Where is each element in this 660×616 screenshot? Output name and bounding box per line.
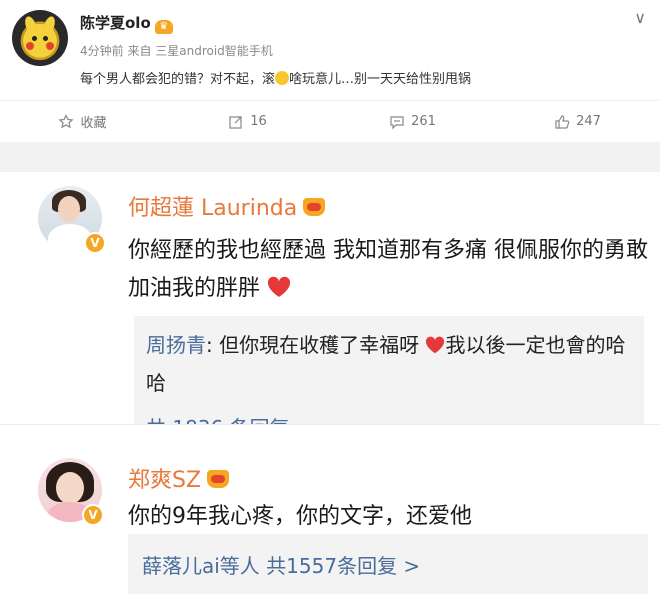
chevron-down-icon[interactable]: ∨ <box>634 8 646 27</box>
comment-text-body: 你經歷的我也經歷過 我知道那有多痛 很佩服你的勇敢 加油我的胖胖 <box>128 238 648 301</box>
comment-icon <box>390 115 404 129</box>
heart-icon <box>267 276 291 297</box>
post-meta: 4分钟前 来自 三星android智能手机 <box>80 44 273 58</box>
avatar-face <box>58 196 80 222</box>
pikachu-cheek <box>26 42 34 50</box>
comment-count: 261 <box>411 114 436 129</box>
repost-icon <box>229 115 242 129</box>
pikachu-ear <box>40 14 58 38</box>
more-replies-link[interactable]: 薛落儿ai等人 共1557条回复 > <box>142 550 420 579</box>
favorite-label: 收藏 <box>80 116 107 131</box>
reply-body: : 但你現在收穫了幸福呀 <box>206 333 420 357</box>
thumbs-up-icon <box>555 114 570 129</box>
section-divider <box>0 424 660 440</box>
repost-button[interactable]: 16 <box>165 101 330 142</box>
verified-v-icon: V <box>82 504 104 526</box>
post-action-bar: 收藏 16 261 247 <box>0 100 660 142</box>
comment-item: V 何超蓮 Laurinda 你經歷的我也經歷過 我知道那有多痛 很佩服你的勇敢… <box>0 172 660 440</box>
vip-crown-icon: ♛ <box>154 20 173 34</box>
pikachu-eye <box>43 36 48 41</box>
comment-text: 你的9年我心疼，你的文字，还爱他 <box>128 504 472 529</box>
vip-crown-icon <box>207 470 230 488</box>
post-author-name[interactable]: 陈学夏olo <box>80 14 151 32</box>
post-author[interactable]: 陈学夏olo ♛ <box>80 12 173 34</box>
reply-preview[interactable]: 周扬青: 但你現在收穫了幸福呀 我以後一定也會的哈哈 共 1836 条回复 <box>134 316 644 440</box>
verified-v-icon: V <box>84 232 106 254</box>
section-divider <box>0 142 660 172</box>
reply-preview[interactable]: 薛落儿ai等人 共1557条回复 > <box>128 534 648 594</box>
favorite-button[interactable]: 收藏 <box>0 101 165 142</box>
post-content: 每个男人都会犯的错？对不起，滚 啥玩意儿…别一天天给性别甩锅 <box>80 68 471 87</box>
weibo-post: 陈学夏olo ♛ 4分钟前 来自 三星android智能手机 每个男人都会犯的错？… <box>0 0 660 96</box>
comment-button[interactable]: 261 <box>330 101 495 142</box>
sweat-emoji-icon <box>275 71 290 85</box>
commenter-name-text[interactable]: 郑爽SZ <box>128 468 201 493</box>
post-content-part1: 每个男人都会犯的错？对不起，滚 <box>80 72 276 87</box>
pikachu-cheek <box>46 42 54 50</box>
pikachu-ear <box>22 14 40 38</box>
commenter-name-text[interactable]: 何超蓮 Laurinda <box>128 196 297 221</box>
pikachu-eye <box>32 36 37 41</box>
post-content-part2: 啥玩意儿…别一天天给性别甩锅 <box>289 72 472 87</box>
vip-crown-icon <box>303 198 326 216</box>
star-icon <box>58 113 75 128</box>
repost-count: 16 <box>250 114 267 129</box>
like-button[interactable]: 247 <box>495 101 660 142</box>
avatar-face <box>56 472 84 504</box>
reply-text: 周扬青: 但你現在收穫了幸福呀 我以後一定也會的哈哈 <box>146 326 636 402</box>
commenter-name[interactable]: 郑爽SZ <box>128 462 230 494</box>
commenter-name[interactable]: 何超蓮 Laurinda <box>128 190 326 222</box>
reply-author[interactable]: 周扬青 <box>146 333 206 357</box>
user-avatar[interactable] <box>12 10 68 66</box>
comment-item: V 郑爽SZ 你的9年我心疼，你的文字，还爱他 薛落儿ai等人 共1557条回复… <box>0 440 660 616</box>
like-count: 247 <box>576 114 601 129</box>
heart-icon <box>426 336 445 354</box>
comment-text: 你經歷的我也經歷過 我知道那有多痛 很佩服你的勇敢 加油我的胖胖 <box>128 232 648 308</box>
